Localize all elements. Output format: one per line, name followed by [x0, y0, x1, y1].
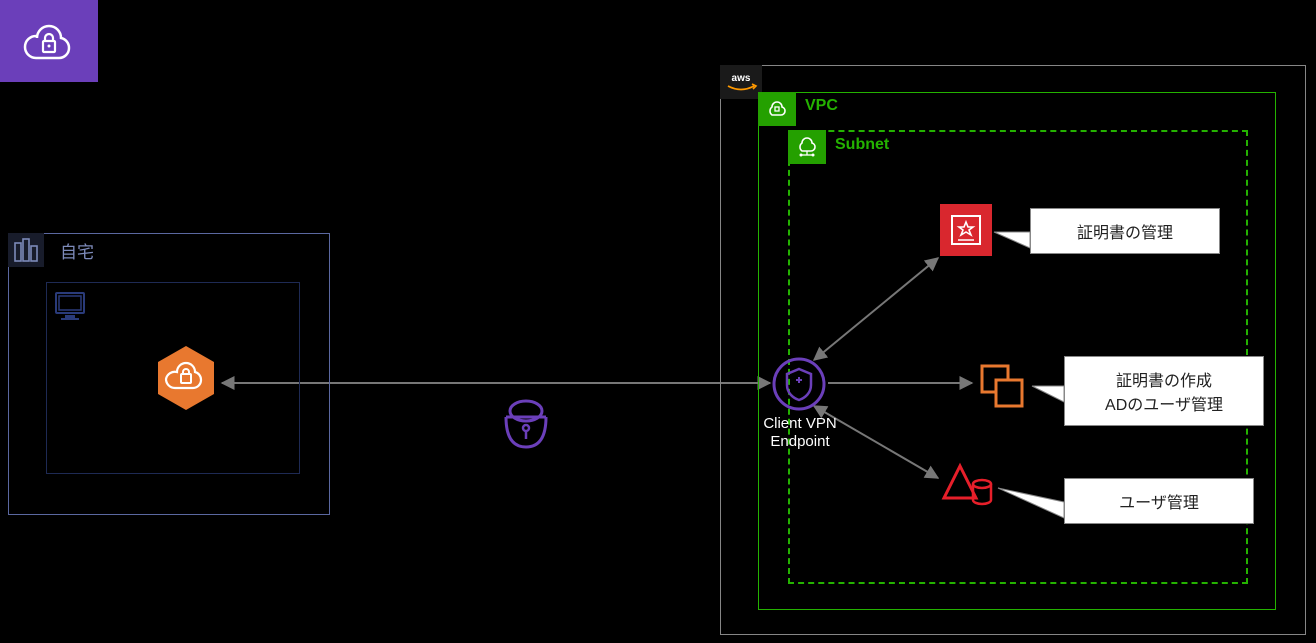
- aws-logo-icon: aws: [720, 65, 762, 99]
- subnet-label: Subnet: [835, 136, 889, 154]
- svg-text:aws: aws: [732, 73, 751, 84]
- callout-directory-service: ユーザ管理: [1064, 478, 1254, 524]
- home-icon: [8, 233, 44, 267]
- vpc-label: VPC: [805, 97, 838, 115]
- computer-icon: [46, 282, 94, 330]
- vpn-client-icon: [152, 344, 220, 412]
- callout-cloud9: 証明書の作成 ADのユーザ管理: [1064, 356, 1264, 426]
- endpoint-label: Client VPN Endpoint: [745, 415, 855, 451]
- callout-cert-manager: 証明書の管理: [1030, 208, 1220, 254]
- client-vpn-endpoint-icon: [772, 357, 826, 411]
- vpc-icon: [758, 92, 796, 126]
- cloud9-icon: [974, 358, 1030, 414]
- certificate-manager-icon: [940, 204, 992, 256]
- vpn-gateway-icon: [500, 396, 552, 456]
- subnet-icon: [788, 130, 826, 164]
- home-label: 自宅: [60, 238, 94, 263]
- client-vpn-service-icon: [0, 0, 98, 82]
- directory-service-icon: [940, 462, 996, 510]
